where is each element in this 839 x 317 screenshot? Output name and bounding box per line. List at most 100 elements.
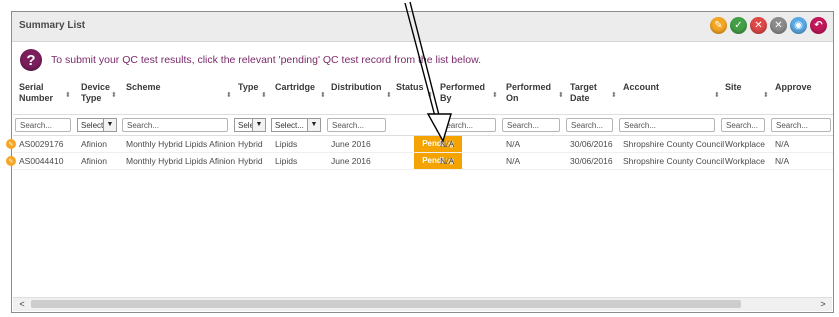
cell-type: Hybrid: [238, 156, 263, 166]
panel-header: Summary List ✎ ✓ ✕ ✕ ◉ ↶: [12, 12, 833, 42]
horizontal-scrollbar[interactable]: < >: [13, 297, 832, 311]
view-icon[interactable]: ◉: [790, 17, 807, 34]
filter-scheme: Search...: [122, 118, 228, 132]
cell-performed-on: N/A: [506, 139, 521, 149]
back-icon[interactable]: ↶: [810, 17, 827, 34]
column-header-distribution[interactable]: Distribution: [325, 79, 388, 111]
chevron-down-icon[interactable]: ▼: [103, 119, 116, 131]
column-header-label: Scheme: [126, 82, 161, 92]
cell-device: Afinion: [81, 139, 107, 149]
cell-cartridge: Lipids: [275, 156, 298, 166]
scroll-right-button[interactable]: >: [816, 298, 830, 311]
sort-icon[interactable]: ⬍: [65, 91, 71, 99]
cell-scheme: Monthly Hybrid Lipids Afinion: [126, 156, 236, 166]
sort-icon[interactable]: ⬍: [261, 91, 267, 99]
search-input[interactable]: Search...: [436, 118, 496, 132]
sort-icon[interactable]: ⬍: [611, 91, 617, 99]
header-toolbar: ✎ ✓ ✕ ✕ ◉ ↶: [710, 17, 827, 34]
cell-approve: N/A: [775, 156, 790, 166]
cell-performed-by: N/A: [440, 139, 455, 149]
sort-icon[interactable]: ⬍: [492, 91, 498, 99]
search-input[interactable]: Search...: [327, 118, 386, 132]
column-header-serial[interactable]: Serial Number: [13, 79, 73, 111]
filter-select[interactable]: Sele ▼: [234, 118, 266, 132]
column-header-performed-by[interactable]: Performed By: [434, 79, 498, 111]
cell-type: Hybrid: [238, 139, 263, 149]
cell-serial: AS0029176: [19, 139, 64, 149]
column-header-label: Account: [623, 82, 659, 92]
cell-serial: AS0044410: [19, 156, 64, 166]
select-value: Select...: [275, 121, 304, 130]
column-header-cartridge[interactable]: Cartridge: [269, 79, 323, 111]
cell-account: Shropshire County Council: [623, 139, 725, 149]
column-header-label: Status: [396, 82, 424, 92]
filter-performed-on: Search...: [502, 118, 560, 132]
cell-scheme: Monthly Hybrid Lipids Afinion: [126, 139, 236, 149]
cell-account: Shropshire County Council: [623, 156, 725, 166]
cell-site: Workplace: [725, 156, 765, 166]
scroll-left-button[interactable]: <: [15, 298, 29, 311]
cell-target-date: 30/06/2016: [570, 156, 613, 166]
cell-cartridge: Lipids: [275, 139, 298, 149]
filter-distribution: Search...: [327, 118, 386, 132]
filter-device: Select ▼: [77, 118, 117, 132]
column-header-site[interactable]: Site: [719, 79, 767, 111]
table-row[interactable]: ✎ AS0044410 Afinion Monthly Hybrid Lipids A…: [6, 153, 833, 170]
column-header-approve[interactable]: Approve: [769, 79, 833, 111]
sort-icon[interactable]: ⬍: [427, 91, 433, 99]
column-header-scheme[interactable]: Scheme: [120, 79, 230, 111]
grid-rows: ✎ AS0029176 Afinion Monthly Hybrid Lipids A…: [6, 136, 833, 170]
column-header-performed-on[interactable]: Performed On: [500, 79, 562, 111]
cell-distribution: June 2016: [331, 139, 371, 149]
table-row[interactable]: ✎ AS0029176 Afinion Monthly Hybrid Lipids A…: [6, 136, 833, 153]
filter-row: Search... Select ▼ Search... Sele ▼ Select... ▼…: [13, 114, 833, 136]
chevron-down-icon[interactable]: ▼: [307, 119, 320, 131]
search-input[interactable]: Search...: [566, 118, 613, 132]
column-header-label: Serial Number: [19, 82, 54, 103]
chevron-down-icon[interactable]: ▼: [252, 119, 265, 131]
column-header-label: Site: [725, 82, 742, 92]
question-icon: ?: [20, 49, 42, 71]
filter-select[interactable]: Select ▼: [77, 118, 117, 132]
filter-select[interactable]: Select... ▼: [271, 118, 321, 132]
panel-title: Summary List: [19, 20, 86, 31]
search-input[interactable]: Search...: [721, 118, 765, 132]
column-header-label: Performed On: [506, 82, 552, 103]
clear-icon[interactable]: ✕: [770, 17, 787, 34]
edit-icon[interactable]: ✎: [710, 17, 727, 34]
filter-performed-by: Search...: [436, 118, 496, 132]
sort-icon[interactable]: ⬍: [226, 91, 232, 99]
approve-icon[interactable]: ✓: [730, 17, 747, 34]
column-header-target-date[interactable]: Target Date: [564, 79, 615, 111]
instruction-text: To submit your QC test results, click th…: [51, 54, 482, 66]
cell-distribution: June 2016: [331, 156, 371, 166]
sort-icon[interactable]: ⬍: [111, 91, 117, 99]
cell-device: Afinion: [81, 156, 107, 166]
cell-target-date: 30/06/2016: [570, 139, 613, 149]
cell-site: Workplace: [725, 139, 765, 149]
column-header-label: Cartridge: [275, 82, 316, 92]
filter-site: Search...: [721, 118, 765, 132]
filter-type: Sele ▼: [234, 118, 266, 132]
search-input[interactable]: Search...: [122, 118, 228, 132]
filter-serial: Search...: [15, 118, 71, 132]
column-header-label: Approve: [775, 82, 812, 92]
cell-performed-on: N/A: [506, 156, 521, 166]
search-input[interactable]: Search...: [771, 118, 831, 132]
search-input[interactable]: Search...: [15, 118, 71, 132]
reject-icon[interactable]: ✕: [750, 17, 767, 34]
filter-target-date: Search...: [566, 118, 613, 132]
column-header-label: Performed By: [440, 82, 486, 103]
search-input[interactable]: Search...: [502, 118, 560, 132]
column-header-label: Target Date: [570, 82, 597, 103]
sort-icon[interactable]: ⬍: [763, 91, 769, 99]
sort-icon[interactable]: ⬍: [558, 91, 564, 99]
column-header-label: Distribution: [331, 82, 382, 92]
cell-approve: N/A: [775, 139, 790, 149]
cell-performed-by: N/A: [440, 156, 455, 166]
column-header-account[interactable]: Account: [617, 79, 717, 111]
column-header-status[interactable]: Status: [390, 79, 432, 111]
filter-approve: Search...: [771, 118, 831, 132]
scroll-thumb[interactable]: [31, 300, 741, 308]
search-input[interactable]: Search...: [619, 118, 715, 132]
